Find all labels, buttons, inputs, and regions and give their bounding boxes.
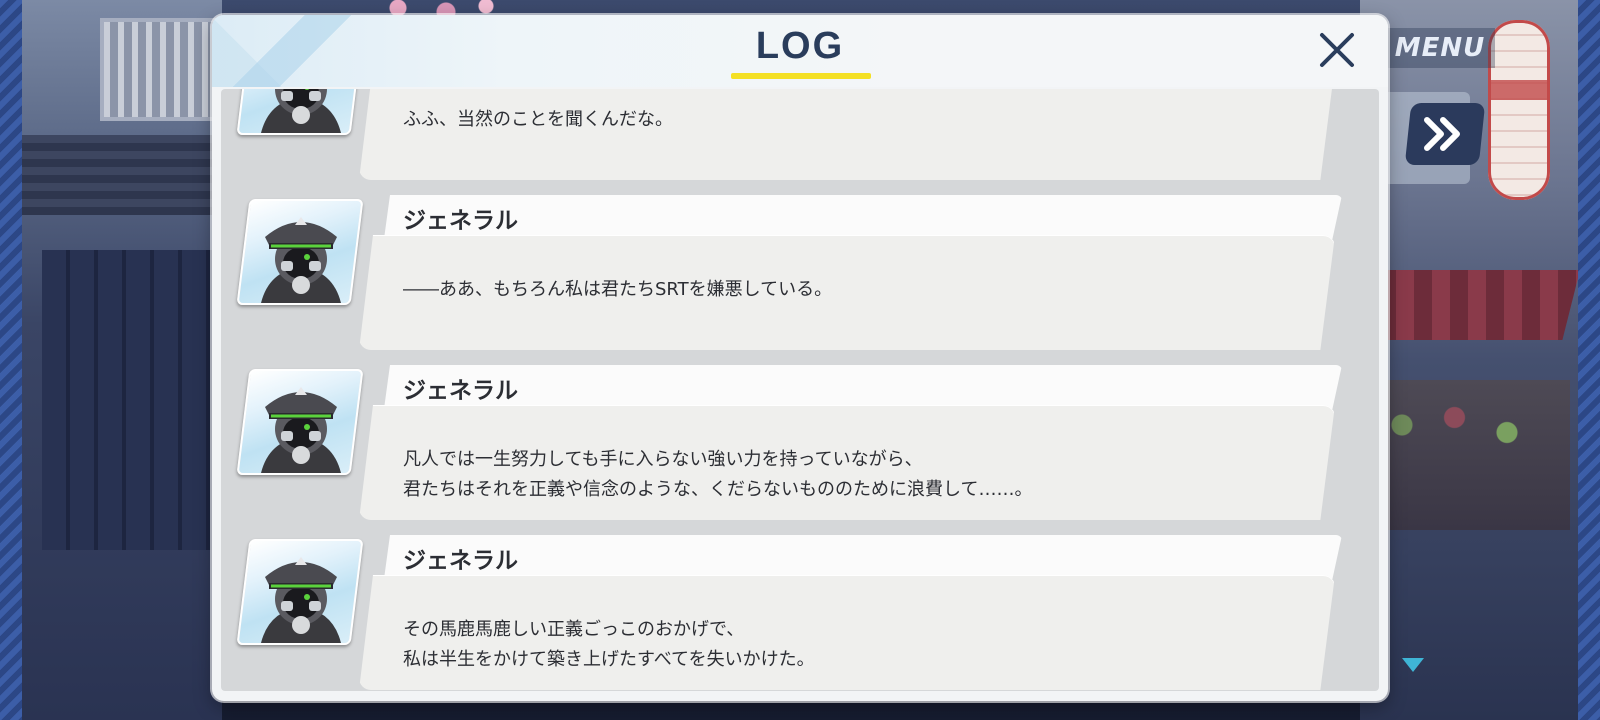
building-door <box>42 250 212 550</box>
speaker-name-plate <box>384 195 1342 239</box>
speaker-name: ジェネラル <box>403 378 518 404</box>
shop-awning <box>1360 270 1580 340</box>
dialog-header: LOG <box>212 15 1388 87</box>
speaker-name: ジェネラル <box>403 548 518 574</box>
general-avatar-icon <box>261 89 341 133</box>
general-avatar-icon <box>261 217 341 303</box>
dialogue-line: その馬鹿馬鹿しい正義ごっこのおかげで、 <box>403 619 745 640</box>
building-roof <box>22 135 222 215</box>
title-underline <box>731 73 871 79</box>
log-entry: ふふ、当然のことを聞くんだな。 <box>221 89 1379 180</box>
speaker-name: ジェネラル <box>403 208 518 234</box>
log-list: ふふ、当然のことを聞くんだな。 ジェネラル ――ああ、もちろん私は君たちSRTを… <box>221 89 1379 690</box>
speaker-name-plate <box>384 535 1342 579</box>
close-button[interactable] <box>1312 25 1362 75</box>
dialog-title: LOG <box>755 25 845 67</box>
dialogue-line: ふふ、当然のことを聞くんだな。 <box>403 109 673 130</box>
frame-stripe-left <box>0 0 22 720</box>
menu-button[interactable]: MENU <box>1385 28 1495 68</box>
dialogue-line: ――ああ、もちろん私は君たちSRTを嫌悪している。 <box>403 279 833 300</box>
speaker-portrait <box>236 539 364 645</box>
speaker-portrait <box>236 199 364 305</box>
general-avatar-icon <box>261 387 341 473</box>
speaker-name-plate <box>384 365 1342 409</box>
general-avatar-icon <box>261 557 341 643</box>
log-entry: ジェネラル 凡人では一生努力しても手に入らない強い力を持っていながら、 君たちは… <box>221 333 1379 520</box>
paper-lantern <box>1488 20 1550 200</box>
log-dialog: LOG ふふ、当然のことを聞くんだな。 ジェネラル ――ああ、もちろん私は君たち… <box>212 15 1388 701</box>
log-entry: ジェネラル その馬鹿馬鹿しい正義ごっこのおかげで、 私は半生をかけて築き上げたす… <box>221 503 1379 690</box>
next-indicator-icon <box>1402 658 1424 672</box>
log-entry: ジェネラル ――ああ、もちろん私は君たちSRTを嫌悪している。 <box>221 163 1379 350</box>
fast-forward-button[interactable] <box>1404 103 1486 165</box>
dialogue-line: 凡人では一生努力しても手に入らない強い力を持っていながら、 <box>403 449 923 470</box>
building-left <box>22 0 222 720</box>
close-x-icon <box>1320 33 1354 67</box>
fruit-stall <box>1360 380 1570 530</box>
dialogue-line: 君たちはそれを正義や信念のような、くだらないもののために浪費して……。 <box>403 479 1033 500</box>
frame-stripe-right <box>1578 0 1600 720</box>
speaker-portrait <box>236 89 364 135</box>
double-chevron-right-icon <box>1424 117 1460 151</box>
speaker-portrait <box>236 369 364 475</box>
dialogue-line: 私は半生をかけて築き上げたすべてを失いかけた。 <box>403 649 815 670</box>
building-window <box>100 18 218 121</box>
log-scroll-area[interactable]: ふふ、当然のことを聞くんだな。 ジェネラル ――ああ、もちろん私は君たちSRTを… <box>221 89 1379 691</box>
